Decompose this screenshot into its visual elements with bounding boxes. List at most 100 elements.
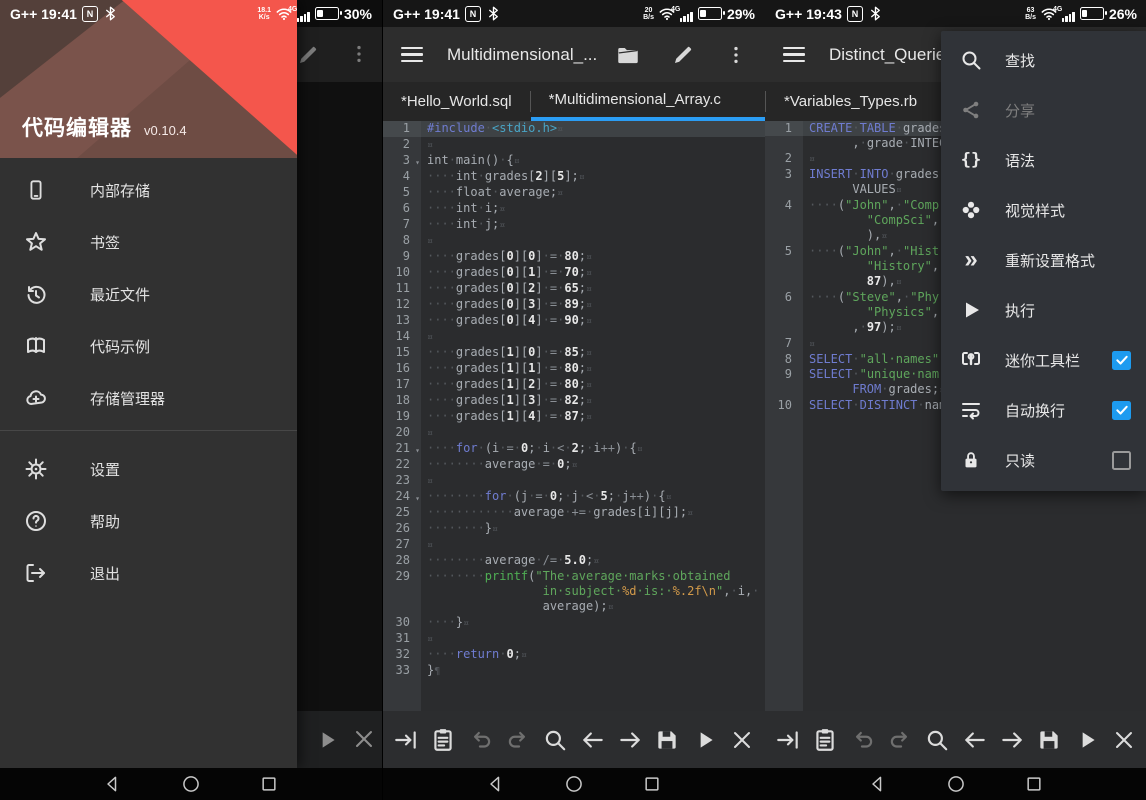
arrow-left-icon[interactable]	[580, 727, 606, 753]
line-number: 5	[383, 185, 421, 201]
line-number	[765, 305, 803, 320]
checkbox-unchecked[interactable]	[1112, 451, 1131, 470]
app-bar: Multidimensional_...	[383, 27, 765, 82]
run-icon[interactable]	[692, 727, 718, 753]
code-line: 27¤	[383, 537, 765, 553]
share-icon	[959, 98, 983, 122]
indent-icon[interactable]	[775, 727, 801, 753]
undo-icon[interactable]	[468, 727, 494, 753]
search-icon[interactable]	[542, 727, 568, 753]
android-navbar	[765, 768, 1146, 800]
code-line: 31¤	[383, 631, 765, 647]
recents-icon[interactable]	[1024, 774, 1044, 794]
edit-icon[interactable]	[671, 43, 695, 67]
redo-icon[interactable]	[505, 727, 531, 753]
line-number: 1	[765, 121, 803, 136]
clipboard-icon[interactable]	[430, 727, 456, 753]
menu-item-tap[interactable]: 迷你工具栏	[941, 335, 1146, 385]
arrow-right-icon[interactable]	[999, 727, 1025, 753]
back-icon[interactable]	[486, 774, 506, 794]
checkbox-checked[interactable]	[1112, 351, 1131, 370]
menu-item-play[interactable]: 执行	[941, 285, 1146, 335]
exit-icon	[24, 561, 48, 585]
menu-icon[interactable]	[401, 47, 423, 63]
play-icon	[959, 298, 983, 322]
battery-icon	[698, 7, 722, 20]
recents-icon[interactable]	[642, 774, 662, 794]
fold-icon[interactable]: ▾	[415, 155, 420, 170]
save-icon[interactable]	[1036, 727, 1062, 753]
redo-icon[interactable]	[887, 727, 913, 753]
code-line: 24▾········for·(j·=·0;·j·<·5;·j++)·{¤	[383, 489, 765, 505]
menu-item-search[interactable]: 查找	[941, 35, 1146, 85]
code-editor[interactable]: 1#include·<stdio.h>¤2¤3▾int·main()·{¤4··…	[383, 121, 765, 711]
menu-item-lock[interactable]: 只读	[941, 435, 1146, 485]
tab--variables-types-rb[interactable]: *Variables_Types.rb	[766, 82, 935, 121]
overflow-menu: 查找分享{}语法视觉样式»重新设置格式执行迷你工具栏自动换行只读	[941, 31, 1146, 491]
menu-item-label: 语法	[1005, 150, 1131, 171]
menu-item-wrap[interactable]: 自动换行	[941, 385, 1146, 435]
drawer-item-label: 设置	[90, 459, 120, 480]
line-number: 14	[383, 329, 421, 345]
tab--multidimensional-array-c[interactable]: *Multidimensional_Array.c	[531, 82, 765, 121]
phone-icon	[24, 178, 48, 202]
chevrons-icon: »	[959, 248, 983, 272]
menu-item-fan[interactable]: 视觉样式	[941, 185, 1146, 235]
fold-icon[interactable]: ▾	[415, 491, 420, 506]
code-line: 18····grades[1][3]·=·82;¤	[383, 393, 765, 409]
checkbox-checked[interactable]	[1112, 401, 1131, 420]
line-number: 13	[383, 313, 421, 329]
line-number: 30	[383, 615, 421, 631]
save-icon[interactable]	[654, 727, 680, 753]
home-icon[interactable]	[946, 774, 966, 794]
drawer-item-phone[interactable]: 内部存储	[0, 164, 297, 216]
search-icon[interactable]	[924, 727, 950, 753]
undo-icon[interactable]	[850, 727, 876, 753]
arrow-right-icon[interactable]	[617, 727, 643, 753]
arrow-left-icon[interactable]	[962, 727, 988, 753]
close-icon[interactable]	[1111, 727, 1137, 753]
overflow-menu-icon[interactable]	[725, 44, 747, 66]
line-number: 6	[765, 290, 803, 305]
open-folder-icon[interactable]	[615, 42, 641, 68]
line-number: 16	[383, 361, 421, 377]
close-icon[interactable]	[729, 727, 755, 753]
status-bar: G++ 19:43 N 63B/s 4G 26%	[765, 0, 1146, 27]
back-icon[interactable]	[868, 774, 888, 794]
drawer-item-book[interactable]: 代码示例	[0, 320, 297, 372]
nfc-icon: N	[82, 6, 98, 22]
drawer-item-help[interactable]: 帮助	[0, 495, 297, 547]
code-line: 13····grades[0][4]·=·90;¤	[383, 313, 765, 329]
editor-toolbar	[383, 711, 765, 768]
star-icon	[24, 230, 48, 254]
tab-bar: *Hello_World.sql*Multidimensional_Array.…	[383, 82, 765, 121]
drawer-item-history[interactable]: 最近文件	[0, 268, 297, 320]
drawer-item-cloud[interactable]: 存储管理器	[0, 372, 297, 424]
code-line: 5····float·average;¤	[383, 185, 765, 201]
line-number: 23	[383, 473, 421, 489]
drawer-item-star[interactable]: 书签	[0, 216, 297, 268]
menu-item-braces[interactable]: {}语法	[941, 135, 1146, 185]
line-number: 27	[383, 537, 421, 553]
cloud-icon	[24, 386, 48, 410]
line-number: 21▾	[383, 441, 421, 457]
tab--hello-world-sql[interactable]: *Hello_World.sql	[383, 82, 530, 121]
run-icon[interactable]	[1074, 727, 1100, 753]
app-title: 代码编辑器	[22, 112, 132, 142]
code-line: 23¤	[383, 473, 765, 489]
history-icon	[24, 282, 48, 306]
menu-item-chevrons[interactable]: »重新设置格式	[941, 235, 1146, 285]
home-icon[interactable]	[181, 774, 201, 794]
fold-icon[interactable]: ▾	[415, 443, 420, 458]
code-line: 12····grades[0][3]·=·89;¤	[383, 297, 765, 313]
drawer-item-gear[interactable]: 设置	[0, 443, 297, 495]
back-icon[interactable]	[103, 774, 123, 794]
line-number: 9	[383, 249, 421, 265]
drawer-item-exit[interactable]: 退出	[0, 547, 297, 599]
indent-icon[interactable]	[393, 727, 419, 753]
home-icon[interactable]	[564, 774, 584, 794]
line-number	[383, 599, 421, 615]
menu-icon[interactable]	[783, 47, 805, 63]
clipboard-icon[interactable]	[812, 727, 838, 753]
recents-icon[interactable]	[259, 774, 279, 794]
